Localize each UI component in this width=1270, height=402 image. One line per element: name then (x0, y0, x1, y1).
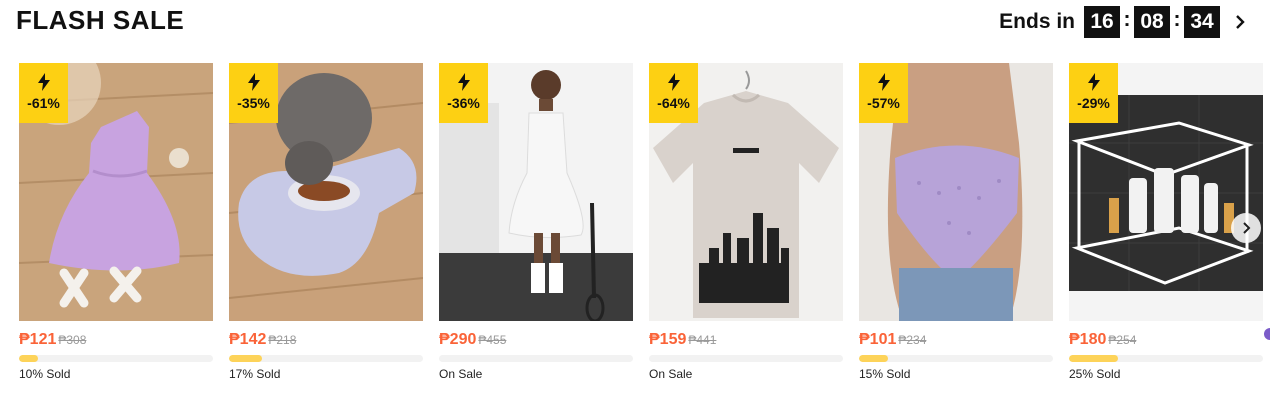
product-image[interactable]: -36% (439, 63, 633, 321)
discount-badge: -29% (1069, 63, 1118, 123)
discount-label: -61% (27, 95, 60, 111)
discount-label: -29% (1077, 95, 1110, 111)
original-price: ₱441 (688, 333, 717, 347)
sold-progress-bar (859, 355, 1053, 362)
product-image[interactable]: -64% (649, 63, 843, 321)
product-carousel: -61% ₱121 ₱308 10% Sold -35% ₱142 ₱218 1… (19, 63, 1270, 402)
discount-badge: -57% (859, 63, 908, 123)
sold-status: 17% Sold (229, 367, 281, 381)
discount-label: -35% (237, 95, 270, 111)
flash-sale-header: FLASH SALE Ends in 16 : 08 : 34 (0, 0, 1270, 44)
lightning-bolt-icon (1087, 73, 1100, 91)
lightning-bolt-icon (37, 73, 50, 91)
sold-progress-bar (229, 355, 423, 362)
discount-label: -36% (447, 95, 480, 111)
next-card-peek (1264, 328, 1270, 340)
product-card[interactable]: -35% ₱142 ₱218 17% Sold (229, 63, 423, 402)
progress-fill (229, 355, 262, 362)
chevron-right-icon[interactable] (1230, 12, 1250, 32)
price-row: ₱159 ₱441 (649, 331, 716, 349)
timer-separator: : (1173, 8, 1181, 31)
section-title: FLASH SALE (16, 5, 185, 35)
product-image[interactable]: -29% (1069, 63, 1263, 321)
lightning-bolt-icon (877, 73, 890, 91)
sale-price: ₱180 (1069, 331, 1107, 348)
original-price: ₱234 (898, 333, 927, 347)
lightning-bolt-icon (457, 73, 470, 91)
sold-progress-bar (649, 355, 843, 362)
sold-progress-bar (1069, 355, 1263, 362)
timer-seconds: 34 (1184, 6, 1220, 38)
product-card[interactable]: -29% ₱180 ₱254 25% Sold (1069, 63, 1263, 402)
product-card[interactable]: -61% ₱121 ₱308 10% Sold (19, 63, 213, 402)
countdown-timer: Ends in 16 : 08 : 34 (999, 4, 1250, 40)
sale-price: ₱101 (859, 331, 897, 348)
product-image[interactable]: -35% (229, 63, 423, 321)
timer-minutes: 08 (1134, 6, 1170, 38)
sold-progress-bar (19, 355, 213, 362)
discount-badge: -61% (19, 63, 68, 123)
sold-status: On Sale (649, 367, 693, 381)
original-price: ₱308 (58, 333, 87, 347)
price-row: ₱180 ₱254 (1069, 331, 1136, 349)
product-card[interactable]: -57% ₱101 ₱234 15% Sold (859, 63, 1053, 402)
sale-price: ₱142 (229, 331, 267, 348)
original-price: ₱455 (478, 333, 507, 347)
original-price: ₱254 (1108, 333, 1137, 347)
chevron-right-icon (1242, 222, 1250, 234)
sold-status: On Sale (439, 367, 483, 381)
lightning-bolt-icon (247, 73, 260, 91)
product-image[interactable]: -61% (19, 63, 213, 321)
product-image[interactable]: -57% (859, 63, 1053, 321)
discount-label: -64% (657, 95, 690, 111)
product-card[interactable]: -36% ₱290 ₱455 On Sale (439, 63, 633, 402)
discount-badge: -35% (229, 63, 278, 123)
image-next-button[interactable] (1231, 213, 1261, 243)
ends-in-label: Ends in (999, 10, 1075, 33)
progress-fill (859, 355, 889, 362)
price-row: ₱142 ₱218 (229, 331, 296, 349)
product-card[interactable]: -64% ₱159 ₱441 On Sale (649, 63, 843, 402)
sale-price: ₱121 (19, 331, 57, 348)
progress-fill (1069, 355, 1118, 362)
progress-fill (19, 355, 39, 362)
sold-progress-bar (439, 355, 633, 362)
price-row: ₱121 ₱308 (19, 331, 86, 349)
sold-status: 25% Sold (1069, 367, 1121, 381)
lightning-bolt-icon (667, 73, 680, 91)
timer-hours: 16 (1084, 6, 1120, 38)
discount-badge: -36% (439, 63, 488, 123)
discount-badge: -64% (649, 63, 698, 123)
price-row: ₱101 ₱234 (859, 331, 926, 349)
discount-label: -57% (867, 95, 900, 111)
sale-price: ₱159 (649, 331, 687, 348)
timer-separator: : (1123, 8, 1131, 31)
price-row: ₱290 ₱455 (439, 331, 506, 349)
sold-status: 15% Sold (859, 367, 911, 381)
original-price: ₱218 (268, 333, 297, 347)
sold-status: 10% Sold (19, 367, 71, 381)
sale-price: ₱290 (439, 331, 477, 348)
